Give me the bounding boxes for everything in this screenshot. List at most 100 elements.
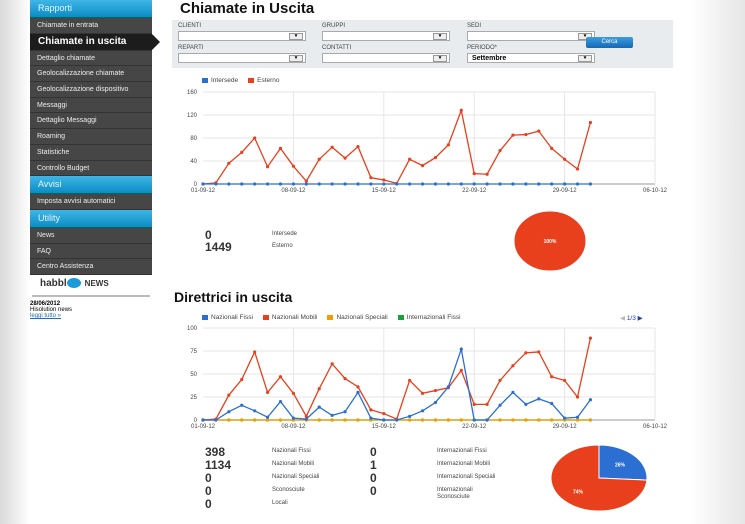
sidebar-item[interactable]: Imposta avvisi automatici <box>30 194 152 210</box>
data-point <box>408 378 412 383</box>
news-box: habbl NEWS 28/06/2012 Hisolution news leg… <box>30 278 152 319</box>
legend-item[interactable]: Nazionali Mobili <box>262 314 317 321</box>
data-point <box>214 418 218 422</box>
data-point <box>227 161 231 165</box>
sidebar-item[interactable]: FAQ <box>30 243 152 260</box>
data-point <box>575 395 580 399</box>
sidebar-item[interactable]: News <box>30 227 152 244</box>
data-point <box>330 413 334 417</box>
stat-value: 1449 <box>205 240 232 254</box>
data-point <box>343 418 347 422</box>
data-point <box>291 164 295 168</box>
data-point <box>201 418 205 422</box>
sidebar-item[interactable]: Messaggi <box>30 97 152 114</box>
prev-arrow-icon[interactable]: ◀ <box>620 315 625 322</box>
data-point <box>537 418 541 422</box>
x-tick-label: 22-09-12 <box>462 424 487 430</box>
y-tick-label: 25 <box>190 395 197 401</box>
series-line <box>202 108 592 185</box>
legend-item[interactable]: Nazionali Fissi <box>202 314 253 321</box>
data-point <box>472 172 476 176</box>
data-point <box>330 182 334 186</box>
data-point <box>575 167 580 171</box>
data-point <box>550 418 554 422</box>
data-point <box>511 364 515 368</box>
x-tick-label: 29-09-12 <box>553 188 578 194</box>
legend-pager[interactable]: ◀ 1/3 ▶ <box>620 314 643 322</box>
data-point <box>369 176 373 180</box>
data-point <box>343 182 347 186</box>
data-point <box>485 182 489 186</box>
data-point <box>433 418 438 422</box>
data-point <box>330 145 334 149</box>
data-point <box>498 378 502 383</box>
data-point <box>459 418 463 422</box>
data-point <box>278 400 283 404</box>
data-point <box>575 418 580 422</box>
data-point <box>498 418 502 422</box>
sidebar-item[interactable]: Geolocalizzazione dispositivo <box>30 82 152 98</box>
legend-swatch-icon <box>202 314 208 320</box>
data-point <box>382 182 386 186</box>
data-point <box>253 409 257 413</box>
stat-label: Internazionali Mobili <box>437 461 491 467</box>
read-more-link[interactable]: leggi tutto » <box>30 313 152 319</box>
sidebar-item[interactable]: Chiamate in entrata <box>30 18 152 34</box>
sidebar-item[interactable]: Roaming <box>30 129 152 145</box>
stat-value: 0 <box>370 471 377 485</box>
legend-label: Internazionali Fissi <box>406 314 461 321</box>
sidebar-item[interactable]: Geolocalizzazione chiamate <box>30 66 152 83</box>
data-point <box>588 418 593 422</box>
sidebar-item[interactable]: Statistiche <box>30 144 152 161</box>
sidebar-nav: Rapporti Chiamate in entrata Chiamate in u… <box>30 0 160 275</box>
data-point <box>356 182 360 186</box>
data-point <box>265 390 270 394</box>
data-point <box>588 182 593 186</box>
data-point <box>408 182 412 186</box>
sidebar-item[interactable]: Controllo Budget <box>30 160 152 177</box>
data-point <box>304 417 308 421</box>
stat-label: Intersede <box>272 231 298 237</box>
data-point <box>524 182 528 186</box>
sidebar-item[interactable]: Dettaglio chiamate <box>30 50 152 67</box>
data-point <box>420 164 425 168</box>
x-tick-label: 29-09-12 <box>553 424 578 430</box>
y-tick-label: 50 <box>190 372 197 378</box>
data-point <box>472 418 476 422</box>
pager-text: 1/3 <box>626 315 636 322</box>
data-point <box>588 336 593 340</box>
stat-value: 0 <box>370 445 377 459</box>
data-point <box>433 155 438 160</box>
stat-label: Internazionali Sconosciute <box>437 487 473 500</box>
data-point <box>227 418 231 422</box>
section-title: Direttrici in uscita <box>174 289 293 305</box>
data-point <box>537 397 541 401</box>
sidebar-item[interactable]: Centro Assistenza <box>30 259 152 275</box>
legend-swatch-icon <box>397 314 404 320</box>
data-point <box>356 145 360 149</box>
data-point <box>291 391 295 395</box>
sidebar-item[interactable]: Chiamate in uscita <box>30 33 160 51</box>
data-point <box>304 182 308 186</box>
data-point <box>278 375 283 379</box>
data-point <box>563 157 567 161</box>
legend-item[interactable]: Internazionali Fissi <box>397 314 461 321</box>
stat-value: 398 <box>205 445 226 459</box>
data-point <box>253 418 257 422</box>
data-point <box>524 402 528 406</box>
data-point <box>240 377 244 382</box>
pie-label: 100% <box>544 239 557 245</box>
next-arrow-icon[interactable]: ▶ <box>638 315 643 322</box>
x-tick-label: 06-10-12 <box>643 424 668 430</box>
data-point <box>459 347 463 351</box>
data-point <box>575 415 580 419</box>
stat-value: 0 <box>205 484 212 498</box>
data-point <box>265 415 270 419</box>
data-point <box>395 182 399 186</box>
legend-item[interactable]: Nazionali Speciali <box>327 314 388 321</box>
data-point <box>498 403 502 407</box>
data-point <box>511 390 515 394</box>
stat-value: 0 <box>205 471 212 485</box>
data-point <box>408 414 412 418</box>
sidebar-item[interactable]: Dettaglio Messaggi <box>30 113 152 130</box>
